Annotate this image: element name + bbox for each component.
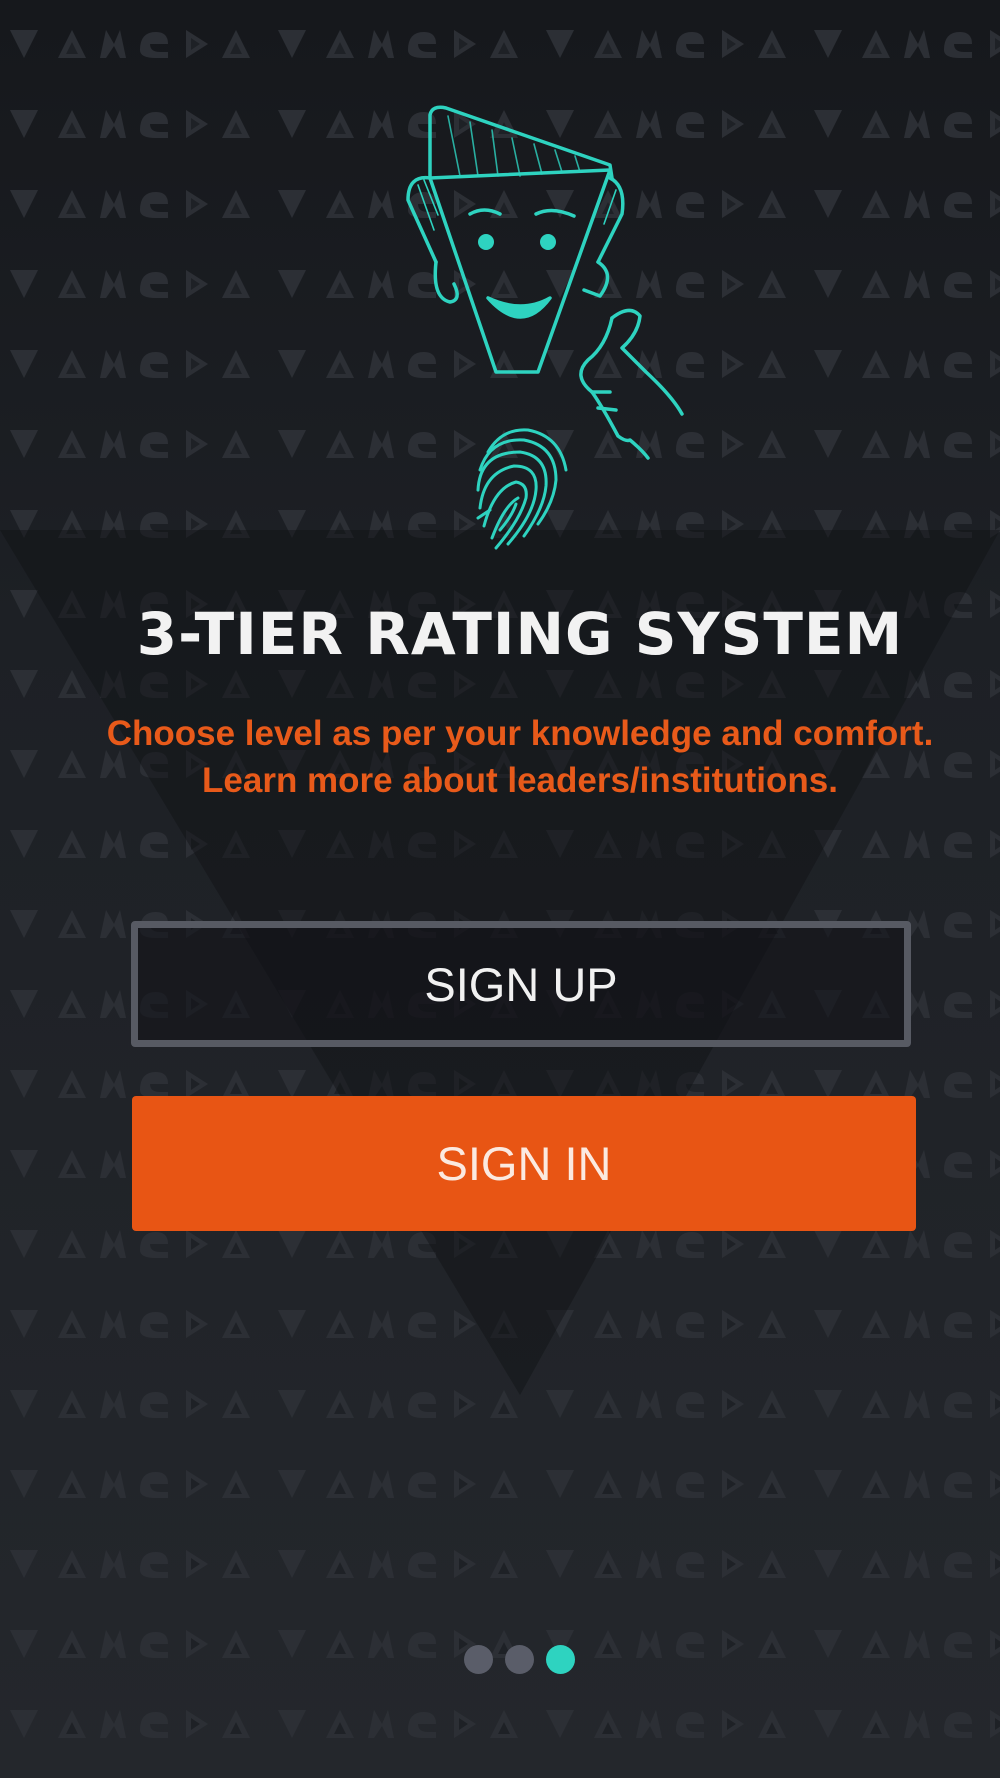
page-dot-1[interactable]	[464, 1645, 493, 1674]
page-dot-2[interactable]	[505, 1645, 534, 1674]
page-title: 3-TIER RATING SYSTEM	[136, 600, 904, 668]
page-indicator	[464, 1645, 575, 1675]
sign-in-label: SIGN IN	[436, 1137, 612, 1190]
thumbs-up-character-icon	[406, 105, 684, 550]
sign-up-button[interactable]: SIGN UP	[131, 921, 911, 1047]
sign-in-button[interactable]: SIGN IN	[132, 1096, 916, 1231]
subtitle-line-1: Choose level as per your knowledge and c…	[106, 714, 934, 753]
subtitle-line-2: Learn more about leaders/institutions.	[202, 761, 838, 800]
sign-up-label: SIGN UP	[424, 957, 618, 1011]
page-dot-3-active[interactable]	[546, 1645, 575, 1674]
page-subtitle: Choose level as per your knowledge and c…	[0, 710, 1000, 804]
